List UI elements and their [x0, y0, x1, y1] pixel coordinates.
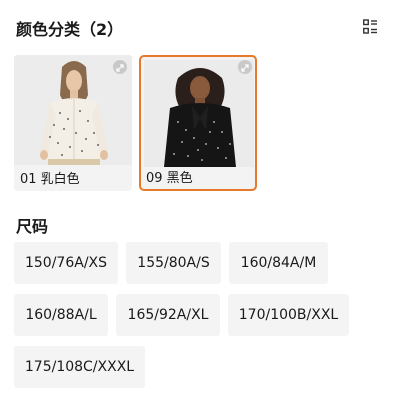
expand-icon[interactable] — [113, 60, 127, 74]
size-option-l[interactable]: 160/88A/L — [14, 294, 108, 336]
product-image-black — [144, 60, 254, 167]
size-option-xxl[interactable]: 170/100B/XXL — [228, 294, 349, 336]
list-view-icon[interactable] — [363, 19, 377, 35]
size-option-xxxl[interactable]: 175/108C/XXXL — [14, 346, 145, 388]
color-section-title: 颜色分类（2） — [16, 20, 124, 39]
color-option-09[interactable]: 09 黑色 — [139, 55, 257, 191]
expand-icon[interactable] — [238, 60, 252, 74]
size-option-m[interactable]: 160/84A/M — [229, 242, 328, 284]
color-option-label: 01 乳白色 — [20, 172, 80, 187]
color-option-01[interactable]: 01 乳白色 — [14, 55, 132, 191]
size-option-s[interactable]: 155/80A/S — [126, 242, 221, 284]
size-section-title: 尺码 — [16, 217, 49, 236]
size-option-xl[interactable]: 165/92A/XL — [116, 294, 220, 336]
color-option-label: 09 黑色 — [146, 171, 193, 186]
size-option-xs[interactable]: 150/76A/XS — [14, 242, 118, 284]
